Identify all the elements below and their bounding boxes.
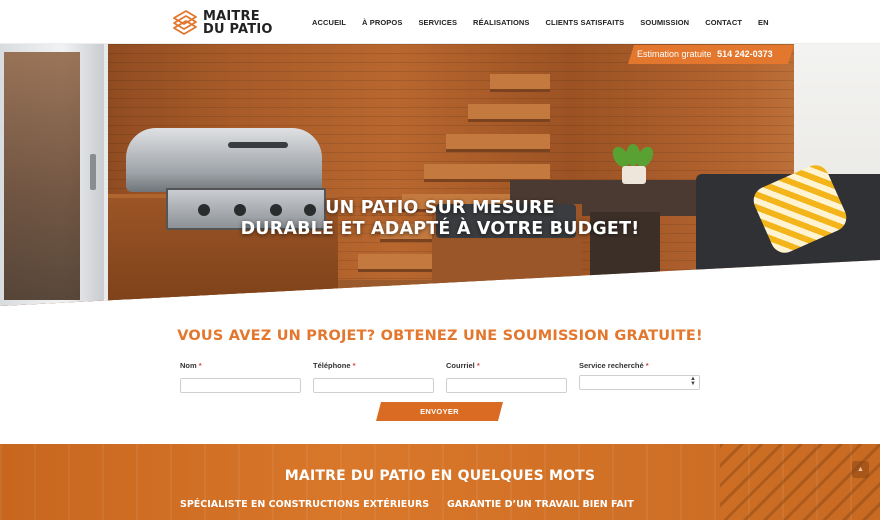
hero-headline-line-1: UN PATIO SUR MESURE <box>325 198 555 218</box>
phone-field-group: Téléphone * <box>313 361 434 393</box>
email-input[interactable] <box>446 378 567 393</box>
nav-item-realisations[interactable]: RÉALISATIONS <box>473 18 529 27</box>
hero-banner: UN PATIO SUR MESURE DURABLE ET ADAPTÉ À … <box>0 44 880 306</box>
promo-label: Estimation gratuite <box>637 49 712 59</box>
service-label: Service recherché * <box>579 361 649 370</box>
service-select[interactable]: ▲ ▼ <box>579 375 700 390</box>
about-col-1-title: SPÉCIALISTE EN CONSTRUCTIONS EXTÉRIEURS <box>180 499 430 510</box>
glass-patio-door <box>0 44 108 306</box>
language-switch-en[interactable]: EN <box>758 18 769 27</box>
brand-name: MAITRE DU PATIO <box>203 10 273 36</box>
stacked-planks-icon <box>173 10 197 35</box>
about-title: MAITRE DU PATIO EN QUELQUES MOTS <box>284 468 596 484</box>
nav-item-soumission[interactable]: SOUMISSION <box>640 18 689 27</box>
name-label: Nom * <box>180 361 202 370</box>
chevron-up-icon: ▲ <box>857 466 864 473</box>
email-label: Courriel * <box>446 361 480 370</box>
about-col-2-title: GARANTIE D’UN TRAVAIL BIEN FAIT <box>447 499 634 510</box>
main-nav: ACCUEIL À PROPOS SERVICES RÉALISATIONS C… <box>312 0 785 44</box>
scroll-to-top-button[interactable]: ▲ <box>852 461 869 478</box>
free-estimate-phone-badge[interactable]: Estimation gratuite 514 242-0373 <box>628 45 794 64</box>
potted-plant <box>609 143 657 184</box>
email-field-group: Courriel * <box>446 361 567 393</box>
submit-button[interactable]: ENVOYER <box>376 402 503 421</box>
about-section: MAITRE DU PATIO EN QUELQUES MOTS SPÉCIAL… <box>0 444 880 520</box>
hero-headline: UN PATIO SUR MESURE DURABLE ET ADAPTÉ À … <box>240 198 640 240</box>
hero-headline-line-2: DURABLE ET ADAPTÉ À VOTRE BUDGET! <box>240 219 640 239</box>
name-field-group: Nom * <box>180 361 301 393</box>
up-down-arrows-icon: ▲ ▼ <box>690 376 696 387</box>
name-input[interactable] <box>180 378 301 393</box>
nav-item-contact[interactable]: CONTACT <box>705 18 742 27</box>
nav-item-services[interactable]: SERVICES <box>418 18 457 27</box>
brand-line-2: DU PATIO <box>203 22 273 37</box>
service-field-group: Service recherché * ▲ ▼ <box>579 361 700 390</box>
nav-item-clients-satisfaits[interactable]: CLIENTS SATISFAITS <box>546 18 625 27</box>
nav-item-accueil[interactable]: ACCUEIL <box>312 18 346 27</box>
promo-phone: 514 242-0373 <box>717 49 773 59</box>
phone-input[interactable] <box>313 378 434 393</box>
site-logo[interactable]: MAITRE DU PATIO <box>172 8 273 38</box>
phone-label: Téléphone * <box>313 361 356 370</box>
quote-form-heading: VOUS AVEZ UN PROJET? OBTENEZ UNE SOUMISS… <box>177 328 703 344</box>
site-header: MAITRE DU PATIO ACCUEIL À PROPOS SERVICE… <box>0 0 880 44</box>
nav-item-a-propos[interactable]: À PROPOS <box>362 18 402 27</box>
